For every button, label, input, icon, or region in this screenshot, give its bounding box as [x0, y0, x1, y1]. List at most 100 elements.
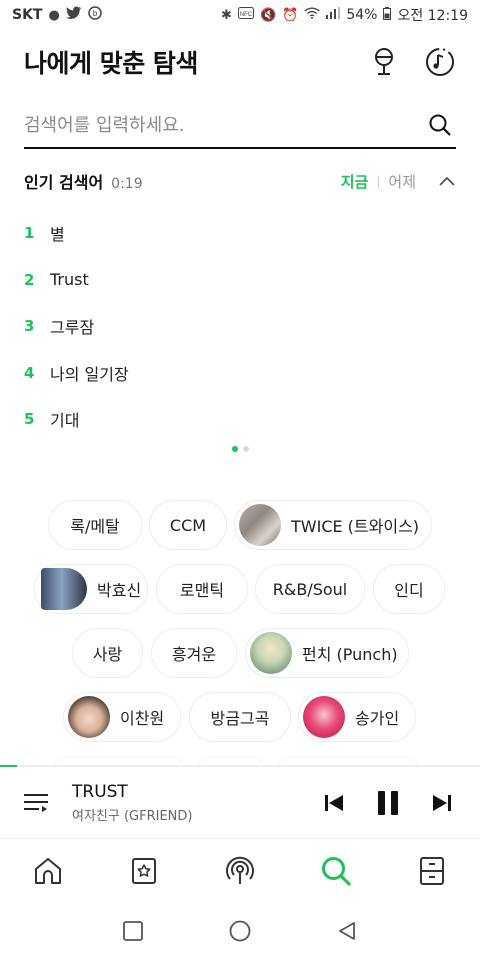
list-item[interactable]: 2 Trust — [24, 257, 456, 304]
square-icon — [123, 921, 144, 941]
list-item[interactable]: 1 별 — [24, 210, 456, 257]
keyword-chip[interactable]: 록/메탈 — [48, 500, 142, 550]
keyword-chip[interactable]: CCM — [149, 500, 227, 550]
nav-my-music[interactable] — [120, 847, 168, 895]
keyword-chip[interactable]: 인디 — [373, 564, 445, 614]
tab-yesterday[interactable]: 어제 — [388, 171, 416, 192]
storage-icon — [420, 857, 444, 885]
nfc-icon: NFC — [237, 7, 254, 23]
page-title: 나에게 맞춘 탐색 — [24, 49, 198, 78]
mute-icon: 🔇 — [259, 7, 277, 23]
popular-search-title: 인기 검색어 — [24, 173, 104, 192]
chip-label: TWICE (트와이스) — [291, 517, 420, 536]
keyword-chip[interactable]: R&B/Soul — [255, 564, 365, 614]
page-dot-active — [231, 446, 238, 452]
song-artist: 여자친구 (GFRIEND) — [72, 808, 193, 824]
pause-icon — [378, 790, 398, 815]
nav-home[interactable] — [24, 847, 72, 895]
rank-keyword: 별 — [50, 225, 65, 245]
page-indicator — [0, 446, 480, 452]
rank-keyword: 그루잠 — [50, 318, 95, 338]
circle-icon — [229, 920, 251, 942]
pause-button[interactable] — [372, 787, 404, 819]
tab-divider: | — [376, 174, 381, 188]
recent-apps-button[interactable] — [109, 907, 157, 955]
rank-number: 4 — [24, 363, 35, 382]
search-icon — [429, 114, 451, 136]
clock: 오전 12:19 — [397, 8, 468, 24]
nav-search[interactable] — [312, 847, 360, 895]
artist-chip[interactable]: 이찬원 — [63, 692, 181, 742]
artist-avatar — [41, 568, 87, 610]
search-bar — [24, 103, 456, 149]
popular-search-header: 인기 검색어 0:19 지금 | 어제 — [24, 166, 456, 196]
search-icon — [322, 857, 351, 886]
rank-keyword: Trust — [50, 270, 89, 290]
next-button[interactable] — [426, 787, 458, 819]
chip-label: 펀치 (Punch) — [302, 645, 398, 664]
chip-label: 송가인 — [355, 709, 400, 728]
keyword-chip[interactable]: 사랑 — [72, 628, 143, 678]
popular-search-time: 0:19 — [111, 176, 143, 192]
tab-now[interactable]: 지금 — [341, 171, 369, 192]
notification-icon: ● — [48, 7, 60, 23]
home-icon — [35, 858, 61, 884]
system-navigation — [0, 902, 480, 960]
rank-number: 2 — [24, 270, 35, 289]
previous-button[interactable] — [318, 787, 350, 819]
app-notification-icon: b — [88, 6, 102, 24]
svg-text:NFC: NFC — [240, 12, 253, 18]
popular-search-list: 1 별 2 Trust 3 그루잠 4 나의 일기장 5 기대 — [24, 210, 456, 443]
page-dot — [242, 446, 249, 452]
collapse-button[interactable] — [438, 172, 456, 190]
artist-chip[interactable]: TWICE (트와이스) — [234, 500, 432, 550]
list-item[interactable]: 4 나의 일기장 — [24, 350, 456, 397]
nav-storage[interactable] — [408, 847, 456, 895]
artist-avatar — [239, 504, 281, 546]
artist-avatar — [68, 696, 110, 738]
artist-avatar — [250, 632, 292, 674]
status-bar: SKT ● b ✱ NFC 🔇 ⏰ 54% 오전 12:19 — [0, 0, 480, 30]
back-button[interactable] — [323, 907, 371, 955]
radio-icon — [226, 856, 254, 884]
artist-chip[interactable]: 송가인 — [298, 692, 416, 742]
triangle-back-icon — [338, 922, 355, 940]
microphone-button[interactable] — [368, 46, 400, 78]
next-icon — [433, 794, 451, 811]
wifi-icon — [304, 7, 320, 23]
chip-label: 박효신 — [97, 581, 142, 600]
music-recognition-icon — [426, 48, 454, 76]
chip-label: 이찬원 — [120, 709, 165, 728]
battery-icon — [383, 6, 392, 24]
page-header: 나에게 맞춘 탐색 — [24, 40, 456, 84]
my-music-icon — [132, 858, 156, 884]
list-item[interactable]: 5 기대 — [24, 396, 456, 443]
rank-keyword: 나의 일기장 — [50, 364, 129, 384]
playlist-button[interactable] — [20, 787, 52, 819]
rank-keyword: 기대 — [50, 411, 80, 431]
music-recognition-button[interactable] — [424, 46, 456, 78]
battery-percent: 54% — [346, 7, 378, 23]
nav-radio[interactable] — [216, 847, 264, 895]
keyword-chip[interactable]: 흥겨운 — [151, 628, 237, 678]
bottom-navigation — [0, 840, 480, 902]
twitter-icon — [65, 6, 82, 24]
rank-number: 5 — [24, 410, 35, 429]
artist-avatar — [303, 696, 345, 738]
search-input[interactable] — [24, 114, 404, 136]
artist-chip[interactable]: 펀치 (Punch) — [245, 628, 409, 678]
signal-icon — [326, 7, 341, 23]
microphone-icon — [375, 48, 393, 75]
now-playing-info[interactable]: TRUST 여자친구 (GFRIEND) — [72, 782, 318, 824]
carrier-label: SKT — [12, 7, 43, 23]
search-button[interactable] — [424, 109, 456, 141]
list-item[interactable]: 3 그루잠 — [24, 303, 456, 350]
rank-number: 3 — [24, 317, 35, 336]
keyword-chip[interactable]: 방금그곡 — [189, 692, 291, 742]
home-button[interactable] — [216, 907, 264, 955]
artist-chip[interactable]: 박효신 — [34, 564, 148, 614]
rank-number: 1 — [24, 224, 35, 243]
keyword-chip[interactable]: 로맨틱 — [156, 564, 248, 614]
playlist-icon — [24, 793, 48, 812]
mini-player[interactable]: TRUST 여자친구 (GFRIEND) — [0, 767, 480, 839]
